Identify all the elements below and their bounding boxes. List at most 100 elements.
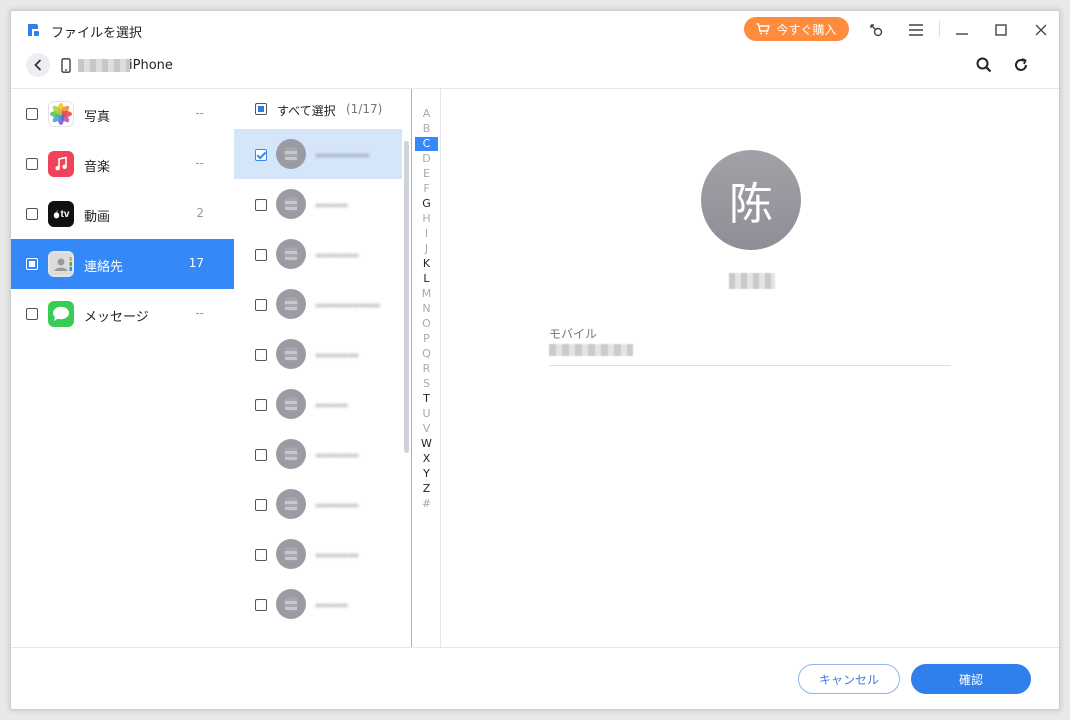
cancel-button[interactable]: キャンセル <box>798 664 900 694</box>
titlebar-divider <box>939 21 940 37</box>
alpha-letter[interactable]: K <box>415 257 438 271</box>
checkbox[interactable] <box>26 258 38 270</box>
alpha-letter[interactable]: D <box>415 152 438 166</box>
contact-row[interactable]: ꟷꟷꟷꟷ <box>234 529 402 579</box>
alpha-letter[interactable]: G <box>415 197 438 211</box>
sidebar-item-count: 17 <box>188 256 204 270</box>
alpha-letter[interactable]: W <box>415 437 438 451</box>
contact-avatar-thumb <box>276 389 306 419</box>
alpha-letter[interactable]: Q <box>415 347 438 361</box>
contact-checkbox[interactable] <box>255 399 267 411</box>
contact-checkbox[interactable] <box>255 299 267 311</box>
contacts-icon <box>48 251 74 277</box>
select-all-count: (1/17) <box>346 102 383 116</box>
select-all-label: すべて選択 <box>277 104 336 118</box>
field-divider <box>549 365 951 366</box>
contact-row[interactable]: ꟷꟷꟷꟷ <box>234 329 402 379</box>
contact-checkbox[interactable] <box>255 149 267 161</box>
confirm-button[interactable]: 確認 <box>911 664 1031 694</box>
contact-list-scrollbar[interactable] <box>404 141 409 453</box>
contact-name: ꟷꟷꟷꟷ <box>316 549 360 563</box>
contact-checkbox[interactable] <box>255 499 267 511</box>
contact-name: ꟷꟷꟷ <box>316 199 349 213</box>
chevron-left-icon <box>34 59 42 71</box>
app-logo-icon <box>28 24 39 36</box>
contact-row[interactable]: ꟷꟷꟷꟷꟷ <box>234 129 402 179</box>
select-all-row[interactable]: すべて選択 (1/17) <box>234 89 411 129</box>
contact-checkbox[interactable] <box>255 349 267 361</box>
contact-name: ꟷꟷꟷ <box>316 599 349 613</box>
alpha-letter[interactable]: E <box>415 167 438 181</box>
sidebar-item-count: 2 <box>196 206 204 220</box>
alpha-letter[interactable]: T <box>415 392 438 406</box>
search-icon[interactable] <box>975 56 993 74</box>
contact-name: ꟷꟷꟷꟷ <box>316 249 360 263</box>
alpha-letter[interactable]: P <box>415 332 438 346</box>
contact-name: ꟷꟷꟷꟷꟷ <box>316 149 370 163</box>
category-sidebar: 写真 -- 音楽 -- tv 動画 2 連絡先 17 メッセージ -- <box>11 89 234 369</box>
maximize-icon[interactable] <box>991 20 1011 40</box>
cart-icon <box>756 23 771 35</box>
checkbox[interactable] <box>26 208 38 220</box>
contact-checkbox[interactable] <box>255 599 267 611</box>
refresh-icon[interactable] <box>1012 56 1030 74</box>
checkbox[interactable] <box>26 308 38 320</box>
alpha-letter[interactable]: X <box>415 452 438 466</box>
alpha-letter[interactable]: R <box>415 362 438 376</box>
contact-row[interactable]: ꟷꟷꟷꟷ <box>234 429 402 479</box>
contact-row[interactable]: ꟷꟷꟷꟷ <box>234 229 402 279</box>
alpha-letter[interactable]: # <box>415 497 438 511</box>
sidebar-item-messages[interactable]: メッセージ -- <box>11 289 234 339</box>
sidebar-item-label: メッセージ <box>84 310 149 325</box>
alpha-letter[interactable]: Z <box>415 482 438 496</box>
checkbox[interactable] <box>26 108 38 120</box>
select-all-checkbox[interactable] <box>255 103 267 115</box>
contact-checkbox[interactable] <box>255 549 267 561</box>
alpha-letter[interactable]: L <box>415 272 438 286</box>
sidebar-item-count: -- <box>195 306 204 320</box>
contact-checkbox[interactable] <box>255 449 267 461</box>
close-icon[interactable] <box>1031 20 1051 40</box>
contact-row[interactable]: ꟷꟷꟷ <box>234 179 402 229</box>
sidebar-item-videos[interactable]: tv 動画 2 <box>11 189 234 239</box>
device-name-redacted <box>78 59 130 72</box>
contact-row[interactable]: ꟷꟷꟷꟷ <box>234 479 402 529</box>
sidebar-item-photos[interactable]: 写真 -- <box>11 89 234 139</box>
contact-name: ꟷꟷꟷꟷ <box>316 499 360 513</box>
minimize-icon[interactable] <box>952 20 972 40</box>
contact-name: ꟷꟷꟷꟷ <box>316 449 360 463</box>
photos-icon <box>48 101 74 127</box>
alpha-letter[interactable]: Y <box>415 467 438 481</box>
contact-avatar-thumb <box>276 139 306 169</box>
sidebar-item-music[interactable]: 音楽 -- <box>11 139 234 189</box>
device-header: iPhone <box>11 49 1059 89</box>
buy-now-button[interactable]: 今すぐ購入 <box>744 17 849 41</box>
alpha-letter[interactable]: S <box>415 377 438 391</box>
contact-avatar-thumb <box>276 439 306 469</box>
contact-avatar-thumb <box>276 189 306 219</box>
alpha-letter[interactable]: M <box>415 287 438 301</box>
alpha-letter[interactable]: C <box>415 137 438 151</box>
menu-icon[interactable] <box>906 20 926 40</box>
contact-name: ꟷꟷꟷꟷ <box>316 349 360 363</box>
contact-row[interactable]: ꟷꟷꟷꟷꟷꟷ <box>234 279 402 329</box>
contact-row[interactable]: ꟷꟷꟷ <box>234 379 402 429</box>
sidebar-item-contacts[interactable]: 連絡先 17 <box>11 239 234 289</box>
alpha-letter[interactable]: I <box>415 227 438 241</box>
checkbox[interactable] <box>26 158 38 170</box>
contact-row[interactable]: ꟷꟷꟷ <box>234 579 402 629</box>
alpha-letter[interactable]: A <box>415 107 438 121</box>
music-icon <box>48 151 74 177</box>
alpha-letter[interactable]: H <box>415 212 438 226</box>
alpha-letter[interactable]: F <box>415 182 438 196</box>
alpha-letter[interactable]: O <box>415 317 438 331</box>
alpha-letter[interactable]: N <box>415 302 438 316</box>
key-icon[interactable] <box>866 20 886 40</box>
alpha-letter[interactable]: U <box>415 407 438 421</box>
contact-checkbox[interactable] <box>255 199 267 211</box>
alpha-letter[interactable]: V <box>415 422 438 436</box>
alpha-letter[interactable]: J <box>415 242 438 256</box>
contact-checkbox[interactable] <box>255 249 267 261</box>
alpha-letter[interactable]: B <box>415 122 438 136</box>
back-button[interactable] <box>26 53 50 77</box>
